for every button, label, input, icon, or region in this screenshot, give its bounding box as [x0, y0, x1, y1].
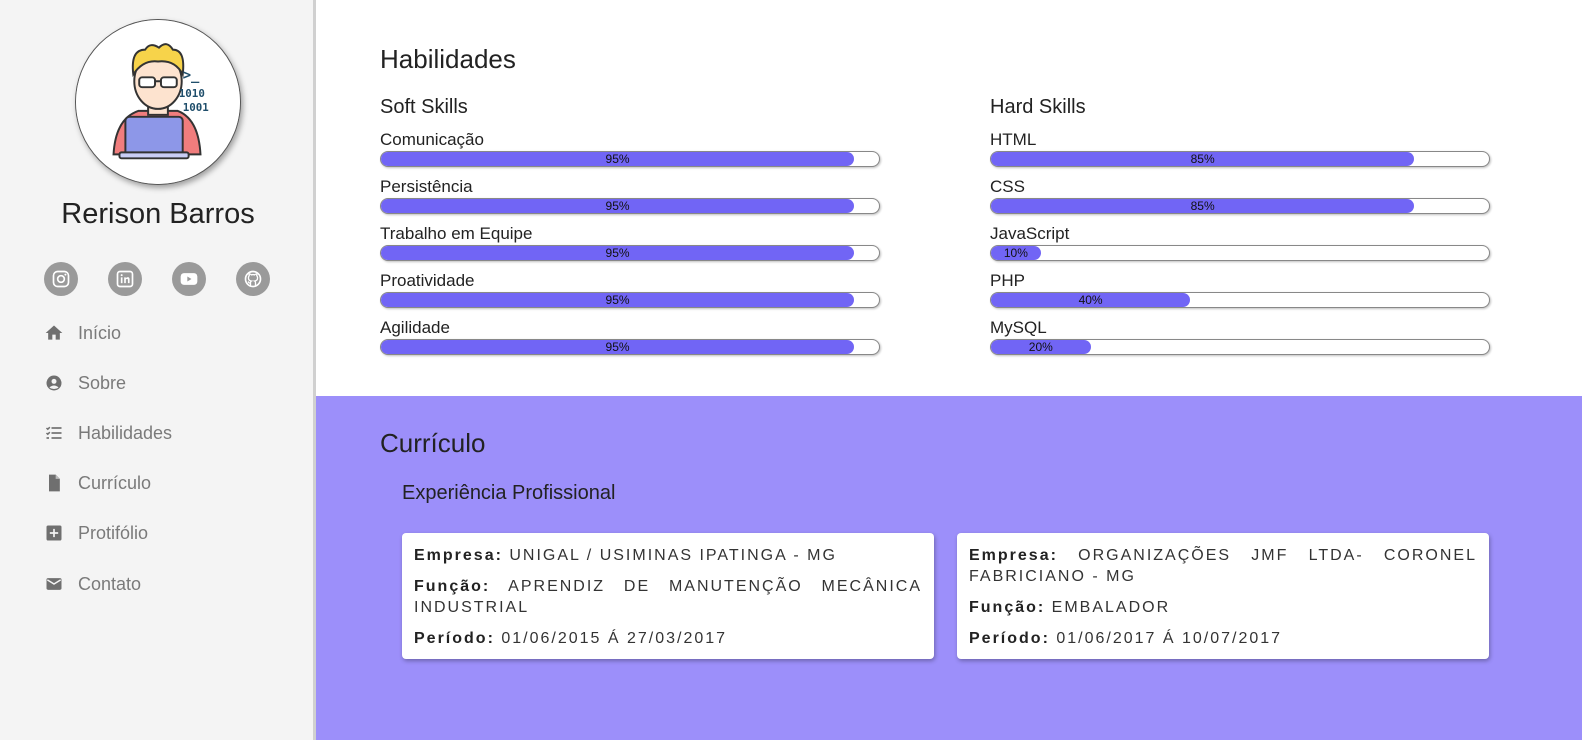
- nav-item-inicio[interactable]: Início: [44, 318, 121, 348]
- instagram-icon[interactable]: [44, 262, 78, 296]
- skill-bar-fill: 95%: [381, 340, 855, 354]
- skill-bar-fill: 95%: [381, 152, 855, 166]
- nav-label: Sobre: [78, 372, 127, 393]
- skill-label: PHP: [990, 271, 1025, 290]
- curriculo-section: Currículo Experiência Profissional Empre…: [316, 396, 1582, 740]
- skill-bar-fill: 85%: [991, 199, 1415, 213]
- add-box-icon: [44, 523, 64, 543]
- skill-bar: 95%: [380, 292, 880, 308]
- skill-bar-fill: 20%: [991, 340, 1091, 354]
- youtube-icon[interactable]: [172, 262, 206, 296]
- company-key: Empresa:: [414, 547, 503, 564]
- skill-label: Proatividade: [380, 271, 475, 290]
- nav-item-habilidades[interactable]: Habilidades: [44, 418, 172, 448]
- sidebar: >_ 1010 1001 Rerison Barros Início Sobre…: [0, 0, 316, 740]
- job-period-row: Período: 01/06/2017 á 10/07/2017: [969, 628, 1477, 649]
- mail-icon: [44, 574, 64, 594]
- role-value: EMBALADOR: [1051, 599, 1171, 616]
- skills-section: Habilidades Soft Skills Hard Skills Comu…: [316, 0, 1582, 396]
- skill-bar: 95%: [380, 339, 880, 355]
- linkedin-icon[interactable]: [108, 262, 142, 296]
- nav-item-curriculo[interactable]: Currículo: [44, 468, 151, 498]
- nav-label: Habilidades: [78, 422, 173, 443]
- role-key: Função:: [969, 599, 1046, 616]
- skills-title: Habilidades: [380, 44, 516, 74]
- role-value: APRENDIZ DE MANUTENÇÃO MECÂNICA INDUSTRI…: [414, 578, 923, 616]
- social-links: [44, 262, 274, 296]
- role-key: Função:: [414, 578, 491, 595]
- skill-bar-fill: 10%: [991, 246, 1041, 260]
- company-value: UNIGAL / USIMINAS IPATINGA - MG: [509, 547, 837, 564]
- period-value: 01/06/2015 á 27/03/2017: [501, 630, 728, 647]
- skill-bar: 95%: [380, 198, 880, 214]
- job-role-row: Função: EMBALADOR: [969, 597, 1477, 618]
- profile-name: Rerison Barros: [61, 198, 255, 230]
- period-key: Período:: [969, 630, 1050, 647]
- hard-skills-title: Hard Skills: [990, 96, 1086, 118]
- period-key: Período:: [414, 630, 495, 647]
- skill-bar: 85%: [990, 151, 1490, 167]
- period-value: 01/06/2017 á 10/07/2017: [1056, 630, 1283, 647]
- job-company-row: Empresa: ORGANIZAÇÕES JMF LTDA- CORONEL …: [969, 545, 1477, 587]
- document-icon: [44, 473, 64, 493]
- skill-bar: 95%: [380, 245, 880, 261]
- skill-bar: 40%: [990, 292, 1490, 308]
- soft-skills-title: Soft Skills: [380, 96, 468, 118]
- skill-bar-fill: 95%: [381, 199, 855, 213]
- developer-avatar-illustration: >_ 1010 1001: [76, 20, 240, 184]
- skill-bar: 20%: [990, 339, 1490, 355]
- skill-label: CSS: [990, 177, 1025, 196]
- home-icon: [44, 323, 64, 343]
- account-circle-icon: [44, 373, 64, 393]
- nav-item-portfolio[interactable]: Protifólio: [44, 518, 148, 548]
- checklist-icon: [44, 423, 64, 443]
- github-icon[interactable]: [236, 262, 270, 296]
- skill-label: Agilidade: [380, 318, 450, 337]
- job-card: Empresa: ORGANIZAÇÕES JMF LTDA- CORONEL …: [957, 533, 1489, 659]
- skill-bar-fill: 85%: [991, 152, 1415, 166]
- skill-bar: 85%: [990, 198, 1490, 214]
- nav-label: Início: [78, 322, 122, 343]
- avatar: >_ 1010 1001: [75, 19, 241, 185]
- svg-text:>_: >_: [183, 67, 200, 83]
- skill-label: Comunicação: [380, 130, 484, 149]
- skill-label: MySQL: [990, 318, 1047, 337]
- skill-bar-fill: 95%: [381, 246, 855, 260]
- skill-label: HTML: [990, 130, 1037, 149]
- svg-text:1001: 1001: [183, 101, 210, 114]
- company-key: Empresa:: [969, 547, 1058, 564]
- svg-text:1010: 1010: [179, 87, 205, 100]
- nav-item-contato[interactable]: Contato: [44, 569, 141, 599]
- skill-bar: 10%: [990, 245, 1490, 261]
- curriculo-title: Currículo: [380, 428, 486, 458]
- job-card: Empresa: UNIGAL / USIMINAS IPATINGA - MG…: [402, 533, 934, 659]
- skill-label: Trabalho em Equipe: [380, 224, 533, 243]
- nav-label: Currículo: [78, 472, 152, 493]
- nav-label: Protifólio: [78, 522, 149, 543]
- job-company-row: Empresa: UNIGAL / USIMINAS IPATINGA - MG: [414, 545, 922, 566]
- skill-label: JavaScript: [990, 224, 1070, 243]
- nav-item-sobre[interactable]: Sobre: [44, 368, 126, 398]
- skill-bar-fill: 40%: [991, 293, 1191, 307]
- skill-label: Persistência: [380, 177, 473, 196]
- job-role-row: Função: APRENDIZ DE MANUTENÇÃO MECÂNICA …: [414, 576, 922, 618]
- skill-bar: 95%: [380, 151, 880, 167]
- nav-label: Contato: [78, 573, 142, 594]
- skill-bar-fill: 95%: [381, 293, 855, 307]
- job-period-row: Período: 01/06/2015 á 27/03/2017: [414, 628, 922, 649]
- experience-title: Experiência Profissional: [402, 482, 616, 504]
